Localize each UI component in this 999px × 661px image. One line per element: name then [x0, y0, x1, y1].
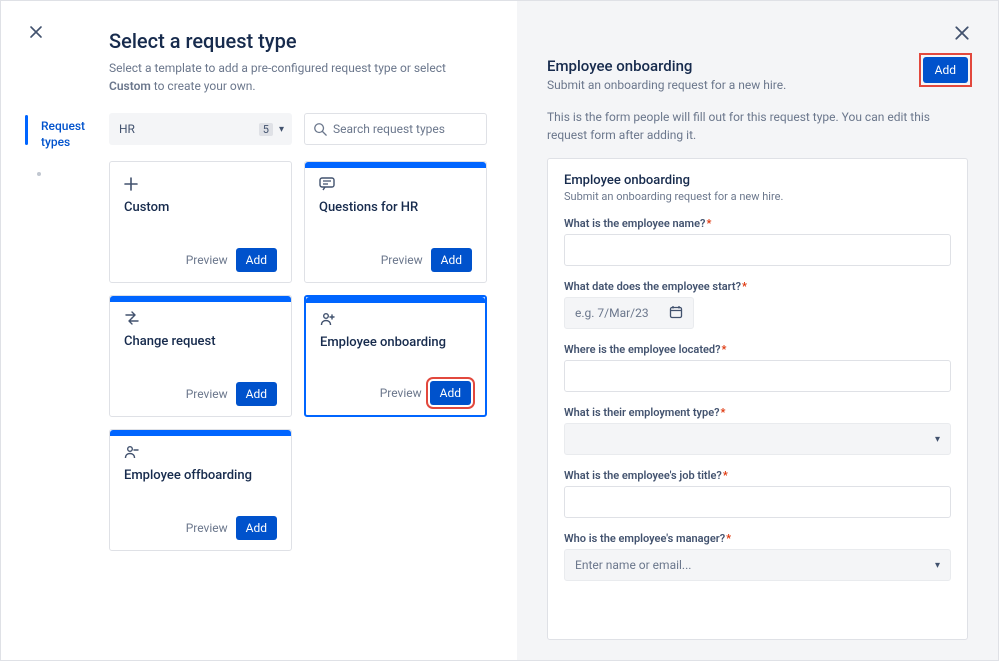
- preview-button[interactable]: Preview: [186, 387, 228, 401]
- preview-button[interactable]: Preview: [381, 253, 423, 267]
- add-button[interactable]: Add: [236, 248, 277, 272]
- add-button[interactable]: Add: [236, 382, 277, 406]
- location-input[interactable]: [564, 360, 951, 392]
- category-count-badge: 5: [259, 123, 273, 136]
- card-questions-for-hr[interactable]: Questions for HR Preview Add: [304, 161, 487, 283]
- preview-button[interactable]: Preview: [186, 253, 228, 267]
- card-employee-onboarding[interactable]: Employee onboarding Preview Add: [304, 295, 487, 417]
- preview-button[interactable]: Preview: [380, 386, 422, 400]
- form-preview: Employee onboarding Submit an onboarding…: [547, 158, 968, 640]
- close-icon[interactable]: [29, 25, 43, 43]
- card-title: Questions for HR: [319, 200, 472, 215]
- card-title: Custom: [124, 200, 277, 215]
- add-button[interactable]: Add: [236, 516, 277, 540]
- close-icon[interactable]: [954, 25, 970, 45]
- category-select-value: HR: [119, 122, 135, 136]
- card-title: Change request: [124, 334, 277, 349]
- preview-button[interactable]: Preview: [186, 521, 228, 535]
- swap-icon: [124, 310, 277, 328]
- card-custom[interactable]: Custom Preview Add: [109, 161, 292, 283]
- search-placeholder: Search request types: [333, 122, 445, 136]
- manager-select[interactable]: Enter name or email... ▾: [564, 549, 951, 581]
- chevron-down-icon: ▾: [935, 434, 940, 445]
- search-input[interactable]: Search request types: [304, 113, 487, 145]
- search-icon: [313, 122, 327, 136]
- card-employee-offboarding[interactable]: Employee offboarding Preview Add: [109, 429, 292, 551]
- sidebar-dot: [37, 172, 41, 176]
- date-placeholder: e.g. 7/Mar/23: [575, 306, 649, 320]
- employment-type-select[interactable]: ▾: [564, 423, 951, 455]
- field-label-employment-type: What is their employment type?*: [564, 406, 951, 419]
- start-date-input[interactable]: e.g. 7/Mar/23: [564, 297, 694, 329]
- person-minus-icon: [124, 444, 277, 462]
- card-change-request[interactable]: Change request Preview Add: [109, 295, 292, 417]
- page-subtitle: Select a template to add a pre-configure…: [109, 59, 487, 95]
- calendar-icon: [669, 305, 683, 322]
- employee-name-input[interactable]: [564, 234, 951, 266]
- chevron-down-icon: ▾: [279, 124, 284, 135]
- add-button[interactable]: Add: [430, 381, 471, 405]
- field-label-location: Where is the employee located?*: [564, 343, 951, 356]
- add-button[interactable]: Add: [923, 57, 968, 83]
- add-button[interactable]: Add: [431, 248, 472, 272]
- detail-subtitle: Submit an onboarding request for a new h…: [547, 78, 786, 92]
- plus-icon: [124, 176, 277, 194]
- manager-placeholder: Enter name or email...: [575, 558, 691, 572]
- card-title: Employee offboarding: [124, 468, 277, 483]
- sidebar-item-request-types[interactable]: Request types: [31, 117, 109, 152]
- form-subtitle: Submit an onboarding request for a new h…: [564, 190, 951, 203]
- form-title: Employee onboarding: [564, 173, 951, 188]
- field-label-job-title: What is the employee's job title?*: [564, 469, 951, 482]
- job-title-input[interactable]: [564, 486, 951, 518]
- field-label-name: What is the employee name?*: [564, 217, 951, 230]
- card-title: Employee onboarding: [320, 335, 471, 350]
- person-plus-icon: [320, 311, 471, 329]
- category-select[interactable]: HR 5 ▾: [109, 113, 292, 145]
- page-title: Select a request type: [109, 29, 487, 53]
- chevron-down-icon: ▾: [935, 560, 940, 571]
- detail-description: This is the form people will fill out fo…: [547, 108, 968, 144]
- field-label-start-date: What date does the employee start?*: [564, 280, 951, 293]
- chat-icon: [319, 176, 472, 194]
- field-label-manager: Who is the employee's manager?*: [564, 532, 951, 545]
- detail-title: Employee onboarding: [547, 57, 786, 75]
